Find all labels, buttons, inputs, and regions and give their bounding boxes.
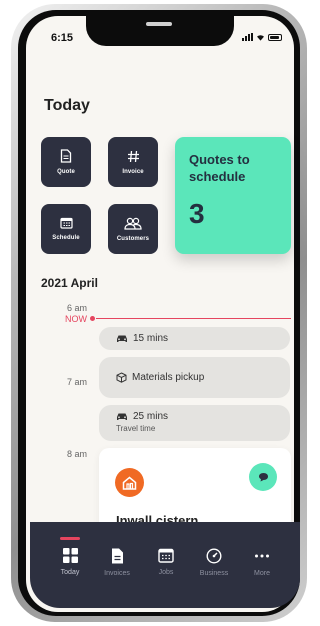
people-icon <box>124 217 142 230</box>
customers-button[interactable]: Customers <box>108 204 158 254</box>
battery-icon <box>268 33 282 41</box>
now-label: NOW <box>65 314 87 324</box>
travel-item[interactable]: 15 mins <box>99 327 290 350</box>
customers-label: Customers <box>116 235 150 242</box>
status-icons <box>242 33 282 41</box>
schedule-button[interactable]: Schedule <box>41 204 91 254</box>
quotes-to-schedule-card[interactable]: Quotes to schedule 3 <box>175 137 291 254</box>
tab-business-label: Business <box>199 570 229 577</box>
quote-label: Quote <box>57 169 75 175</box>
chat-icon <box>258 473 268 482</box>
tab-more-label: More <box>254 570 270 577</box>
calendar-icon <box>59 217 73 229</box>
travel-item-text: 15 mins <box>133 333 169 344</box>
tab-jobs-label: Jobs <box>158 569 174 576</box>
signal-icon <box>242 33 253 41</box>
more-icon <box>255 554 269 558</box>
schedule-date: 2021 April <box>41 276 98 290</box>
tab-more[interactable]: More <box>240 548 284 577</box>
invoice-button[interactable]: Invoice <box>108 137 158 187</box>
calendar-icon <box>158 548 174 563</box>
tab-invoices-label: Invoices <box>104 570 130 577</box>
grid-icon <box>62 548 78 563</box>
car-icon <box>116 412 128 421</box>
time-label-7am: 7 am <box>66 377 87 387</box>
car-icon <box>116 334 128 343</box>
materials-pickup-text: Materials pickup <box>132 372 205 383</box>
time-label-8am: 8 am <box>66 449 87 459</box>
document-icon <box>111 548 123 564</box>
tab-invoices[interactable]: Invoices <box>95 548 139 577</box>
tab-business[interactable]: Business <box>192 548 236 577</box>
speaker <box>146 22 172 26</box>
home-logo-icon <box>115 468 144 497</box>
page-title: Today <box>44 97 90 114</box>
status-time: 6:15 <box>51 32 74 44</box>
tab-today-label: Today <box>60 569 80 576</box>
chat-button[interactable] <box>249 463 277 491</box>
materials-pickup-item[interactable]: Materials pickup <box>99 357 290 398</box>
travel-time-item[interactable]: 25 mins Travel time <box>99 405 290 441</box>
quote-button[interactable]: Quote <box>41 137 91 187</box>
hash-icon <box>127 150 139 162</box>
now-dot <box>90 316 95 321</box>
schedule-label: Schedule <box>52 235 80 241</box>
notch <box>86 16 234 46</box>
box-icon <box>116 372 127 383</box>
quotes-count: 3 <box>189 198 205 229</box>
time-label-6am: 6 am <box>66 303 87 313</box>
tab-jobs[interactable]: Jobs <box>144 548 188 576</box>
travel-time-text: 25 mins <box>133 411 169 422</box>
document-icon <box>60 149 72 163</box>
travel-time-subtext: Travel time <box>116 424 156 433</box>
active-tab-indicator <box>60 537 80 540</box>
quotes-card-title: Quotes to schedule <box>189 152 250 184</box>
wifi-icon <box>257 34 264 41</box>
invoice-label: Invoice <box>122 168 144 175</box>
speedometer-icon <box>206 548 222 564</box>
tab-today[interactable]: Today <box>48 548 92 576</box>
now-line <box>96 318 291 319</box>
